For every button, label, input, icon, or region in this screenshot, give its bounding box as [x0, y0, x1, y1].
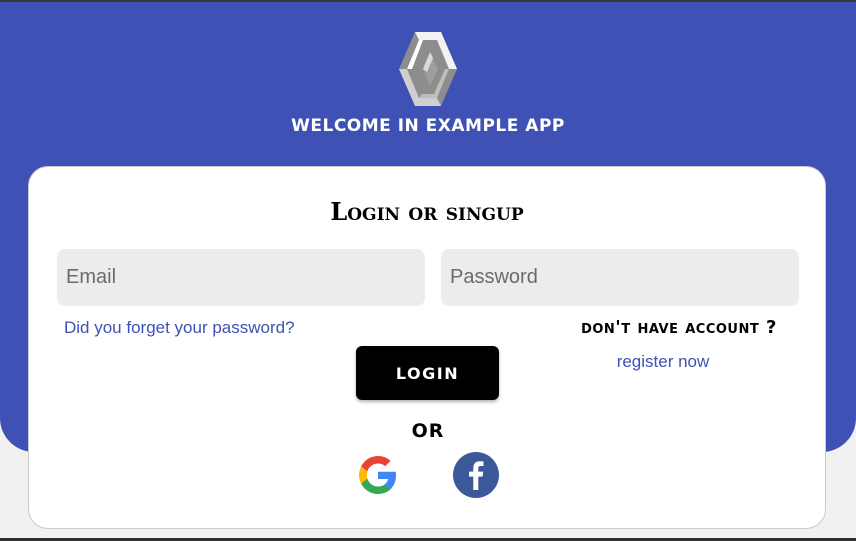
facebook-icon[interactable]	[453, 452, 499, 498]
no-account-text: don't have account ?	[581, 317, 777, 338]
register-link[interactable]: register now	[549, 352, 777, 372]
welcome-text: WELCOME IN EXAMPLE APP	[291, 116, 565, 136]
or-separator: OR	[411, 420, 445, 442]
forgot-password-link[interactable]: Did you forget your password?	[64, 318, 295, 338]
login-button[interactable]: LOGIN	[356, 346, 499, 400]
card-title: Login or singup	[330, 197, 524, 226]
login-card: Login or singup Did you forget your pass…	[28, 166, 826, 529]
password-field[interactable]	[441, 249, 799, 306]
diamond-logo-icon	[399, 32, 457, 106]
google-icon[interactable]	[355, 452, 401, 498]
email-field[interactable]	[57, 249, 425, 306]
